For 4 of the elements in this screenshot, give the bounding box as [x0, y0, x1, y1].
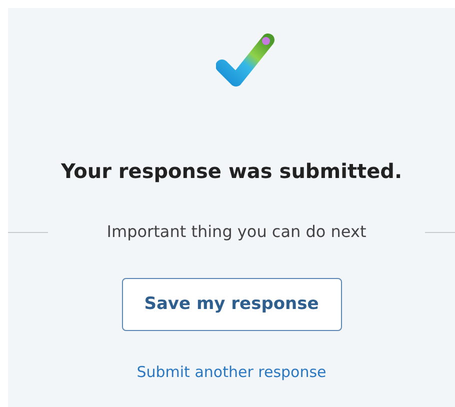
next-steps-heading: Important thing you can do next	[106, 221, 368, 243]
submit-another-link[interactable]: Submit another response	[136, 361, 326, 384]
save-response-button[interactable]: Save my response	[122, 278, 342, 331]
confirmation-title: Your response was submitted.	[60, 158, 402, 185]
